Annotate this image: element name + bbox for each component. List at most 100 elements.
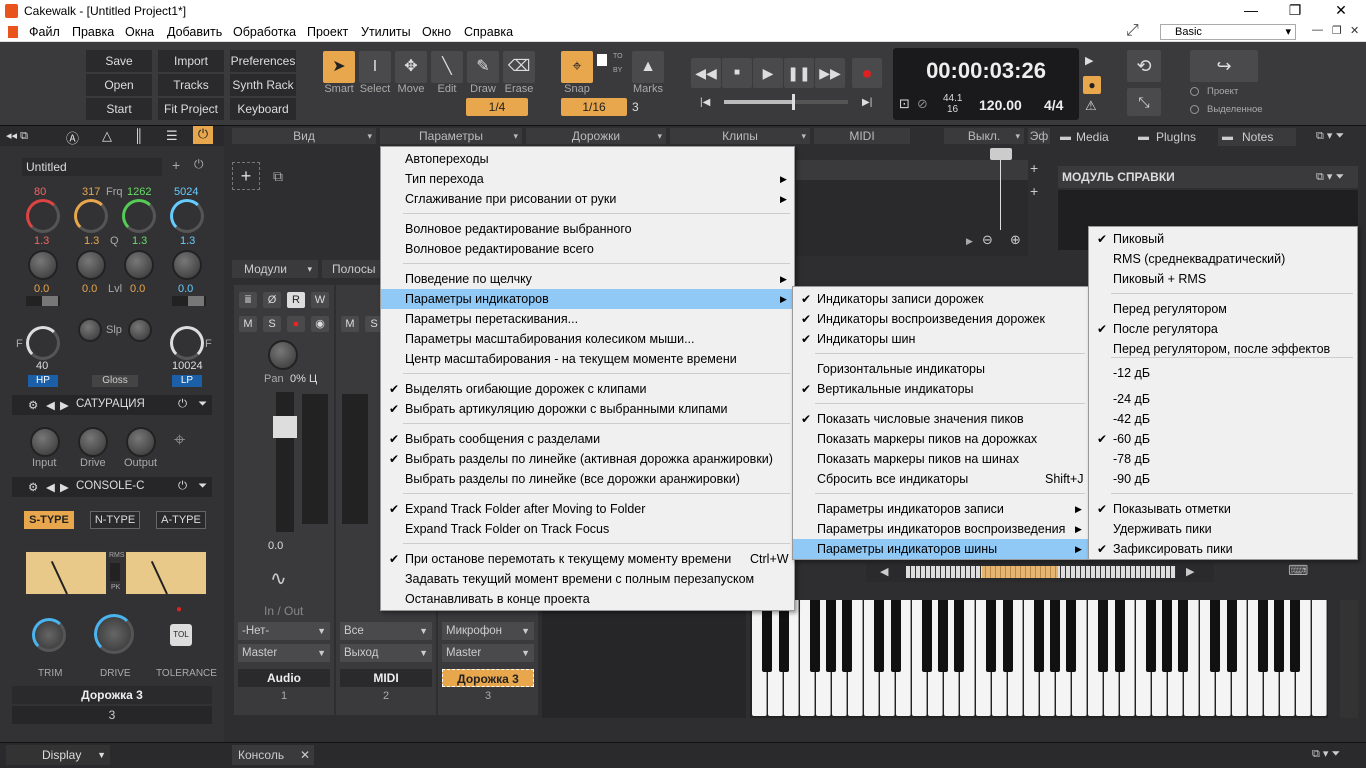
power-icon[interactable]: ⏻: [193, 126, 213, 144]
menu1-item-18[interactable]: Задавать текущий момент времени с полным…: [381, 569, 794, 589]
smart-tool-icon[interactable]: ➤: [323, 51, 355, 83]
console-tab[interactable]: Консоль ✕: [232, 745, 314, 765]
menu3-item-9[interactable]: -60 дБ ✔: [1089, 429, 1357, 449]
menu1-item-17[interactable]: При останове перемотать к текущему момен…: [381, 549, 794, 569]
n-type-button[interactable]: N-TYPE: [90, 511, 140, 529]
strip-name-1[interactable]: Audio: [238, 669, 330, 687]
menu-process[interactable]: Обработка: [233, 25, 296, 39]
menu-utilities[interactable]: Утилиты: [361, 25, 411, 39]
menu3-item-11[interactable]: -90 дБ: [1089, 469, 1357, 489]
stop-icon[interactable]: ■: [722, 58, 752, 88]
maximize-icon[interactable]: ❐: [1280, 2, 1310, 20]
rewind-icon[interactable]: ◀◀: [691, 58, 721, 88]
console-header[interactable]: ⚙ ◀ ▶ CONSOLE-C ⏻ ⏷: [12, 477, 212, 497]
snap-value-2[interactable]: 1/16: [561, 98, 627, 116]
menu3-item-10[interactable]: -78 дБ: [1089, 449, 1357, 469]
rms-pk-switch[interactable]: [110, 563, 120, 581]
go-to-start-icon[interactable]: |◀: [700, 97, 710, 108]
pause-icon[interactable]: ❚❚: [784, 58, 814, 88]
menu1-item-14[interactable]: Выбрать разделы по линейке (все дорожки …: [381, 469, 794, 489]
add-preset-icon[interactable]: +: [172, 157, 180, 173]
zoom-in-icon[interactable]: ⊕: [1010, 232, 1021, 248]
hp-knob[interactable]: [26, 326, 60, 360]
start-screen-button[interactable]: Start Screen: [86, 98, 152, 138]
zoom-out-icon[interactable]: ⊖: [982, 232, 993, 248]
saturation-power-icon[interactable]: ⏻: [178, 398, 187, 411]
fast-forward-icon[interactable]: ▶▶: [815, 58, 845, 88]
menu2-item-4[interactable]: Вертикальные индикаторы ✔: [793, 379, 1089, 399]
view-column-header[interactable]: Вид ▾: [232, 128, 376, 144]
solo-button[interactable]: S: [263, 316, 281, 332]
menu1-item-8[interactable]: Параметры масштабирования колесиком мыши…: [381, 329, 794, 349]
clips-column-header[interactable]: Клипы ▾: [670, 128, 810, 144]
menu1-item-4[interactable]: Волновое редактирование всего: [381, 239, 794, 259]
loop-icon[interactable]: ⟲: [1127, 50, 1161, 82]
mute-button-2[interactable]: M: [341, 316, 359, 332]
zoom-add-icon[interactable]: +: [1030, 183, 1038, 199]
mdi-minimize-icon[interactable]: —: [1312, 24, 1323, 36]
input-monitor-icon[interactable]: ◉: [311, 316, 329, 332]
tolerance-button[interactable]: TOL: [170, 624, 192, 646]
lp-slope-switch[interactable]: [172, 296, 206, 306]
a-type-button[interactable]: A-TYPE: [156, 511, 206, 529]
snap-icon[interactable]: ⌖: [561, 51, 593, 83]
menu3-item-14[interactable]: Зафиксировать пики ✔: [1089, 539, 1357, 559]
eq-band1-freq-knob[interactable]: [26, 199, 60, 233]
metronome-tool-icon[interactable]: ⚠: [1085, 98, 1097, 114]
menu-file[interactable]: Файл: [29, 25, 60, 39]
menu1-item-13[interactable]: Выбрать разделы по линейке (активная дор…: [381, 449, 794, 469]
menu3-item-0[interactable]: Пиковый ✔: [1089, 229, 1357, 249]
off-column-header[interactable]: Выкл. ▾: [944, 128, 1024, 144]
eq-power-icon[interactable]: ⏻: [194, 157, 204, 172]
collapse-icon[interactable]: ⏷: [198, 398, 207, 411]
position-slider[interactable]: [724, 94, 848, 110]
tempo[interactable]: 120.00: [979, 97, 1022, 113]
snap-count[interactable]: 3: [632, 100, 639, 114]
project-radio[interactable]: [1190, 87, 1199, 96]
erase-tool-icon[interactable]: ⌫: [503, 51, 535, 83]
fit-project-button[interactable]: Fit Project: [158, 98, 224, 120]
console-collapse-icon[interactable]: ⏷: [198, 480, 207, 493]
input-dropdown-2[interactable]: Все ▼: [340, 622, 432, 640]
module-settings-icon[interactable]: ⚙: [28, 398, 38, 412]
sat-output-knob[interactable]: [126, 427, 156, 457]
menu2-item-1[interactable]: Индикаторы воспроизведения дорожек ✔: [793, 309, 1089, 329]
meter[interactable]: 4/4: [1044, 97, 1063, 113]
waveform-icon[interactable]: ║: [134, 128, 143, 143]
list-icon[interactable]: ☰: [166, 128, 178, 144]
eq-band4-q-knob[interactable]: [172, 250, 202, 280]
preset-name[interactable]: Untitled: [22, 158, 162, 176]
modules-menu[interactable]: Модули ▾: [232, 260, 318, 278]
timeline-ruler[interactable]: [796, 160, 1028, 180]
inspector-track-name[interactable]: Дорожка 3: [12, 686, 212, 704]
eq-band1-q-knob[interactable]: [28, 250, 58, 280]
menu-project[interactable]: Проект: [307, 25, 348, 39]
mute-loop-icon[interactable]: ⊘: [917, 96, 928, 112]
synth-rack-button[interactable]: Synth Rack: [230, 74, 296, 96]
menu2-item-11[interactable]: Параметры индикаторов шины ▶: [793, 539, 1089, 559]
menu1-item-11[interactable]: Выбрать артикуляцию дорожки с выбранными…: [381, 399, 794, 419]
tracks-column-header[interactable]: Дорожки ▾: [526, 128, 666, 144]
menu-help[interactable]: Справка: [464, 25, 513, 39]
preferences-button[interactable]: Preferences: [230, 50, 296, 72]
strip-name-3[interactable]: Дорожка 3: [442, 669, 534, 687]
tracks-button[interactable]: Tracks: [158, 74, 224, 96]
trim-knob[interactable]: [32, 618, 66, 652]
menu2-item-10[interactable]: Параметры индикаторов воспроизведения ▶: [793, 519, 1089, 539]
menu1-item-9[interactable]: Центр масштабирования - на текущем момен…: [381, 349, 794, 369]
marks-icon[interactable]: ▲: [632, 51, 664, 83]
menu2-item-3[interactable]: Горизонтальные индикаторы: [793, 359, 1089, 379]
menu1-item-10[interactable]: Выделять огибающие дорожек с клипами ✔: [381, 379, 794, 399]
record-icon[interactable]: ●: [852, 58, 882, 88]
piano-scroll-left-icon[interactable]: ◀: [880, 565, 888, 578]
menu3-item-7[interactable]: -24 дБ: [1089, 389, 1357, 409]
menu2-item-8[interactable]: Сбросить все индикаторы Shift+J: [793, 469, 1089, 489]
snap-value-1[interactable]: 1/4: [466, 98, 528, 116]
menu1-item-5[interactable]: Поведение по щелчку ▶: [381, 269, 794, 289]
clips-area[interactable]: [796, 180, 1028, 256]
menu-insert[interactable]: Добавить: [167, 25, 222, 39]
eq-band3-freq-knob[interactable]: [122, 199, 156, 233]
tuner-icon[interactable]: △: [102, 128, 112, 144]
select-tool-icon[interactable]: I: [359, 51, 391, 83]
fx-column-header[interactable]: Эф: [1028, 128, 1050, 144]
